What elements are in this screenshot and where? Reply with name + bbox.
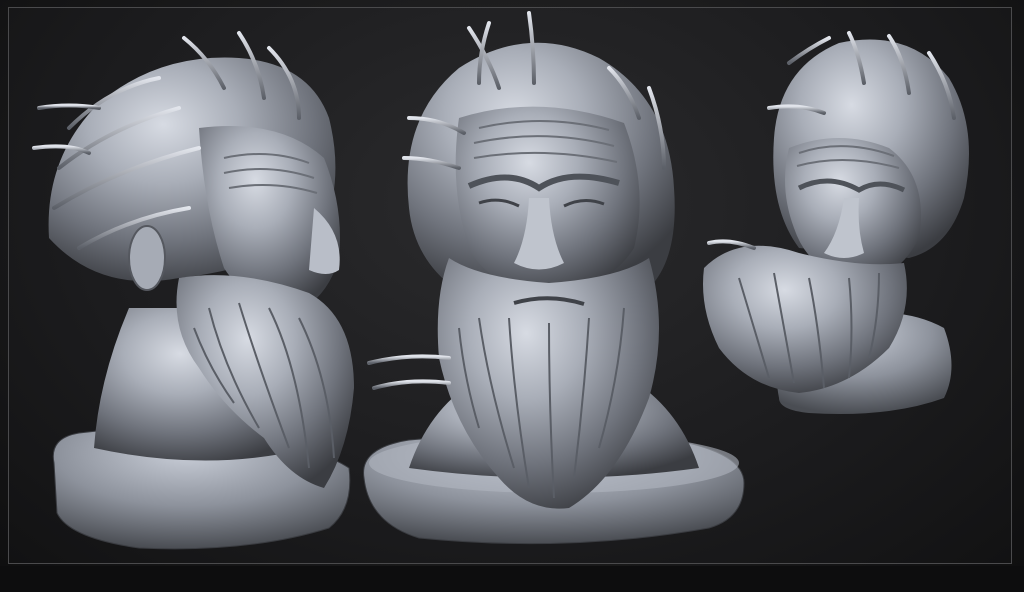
bust-front — [363, 11, 745, 545]
sculpt-render — [32, 11, 969, 550]
bust-three-quarter — [703, 31, 969, 414]
render-frame — [8, 7, 1012, 564]
bust-side-profile — [32, 31, 354, 550]
viewport — [0, 0, 1024, 592]
bottom-bar — [0, 566, 1024, 592]
ear-left — [128, 225, 166, 291]
